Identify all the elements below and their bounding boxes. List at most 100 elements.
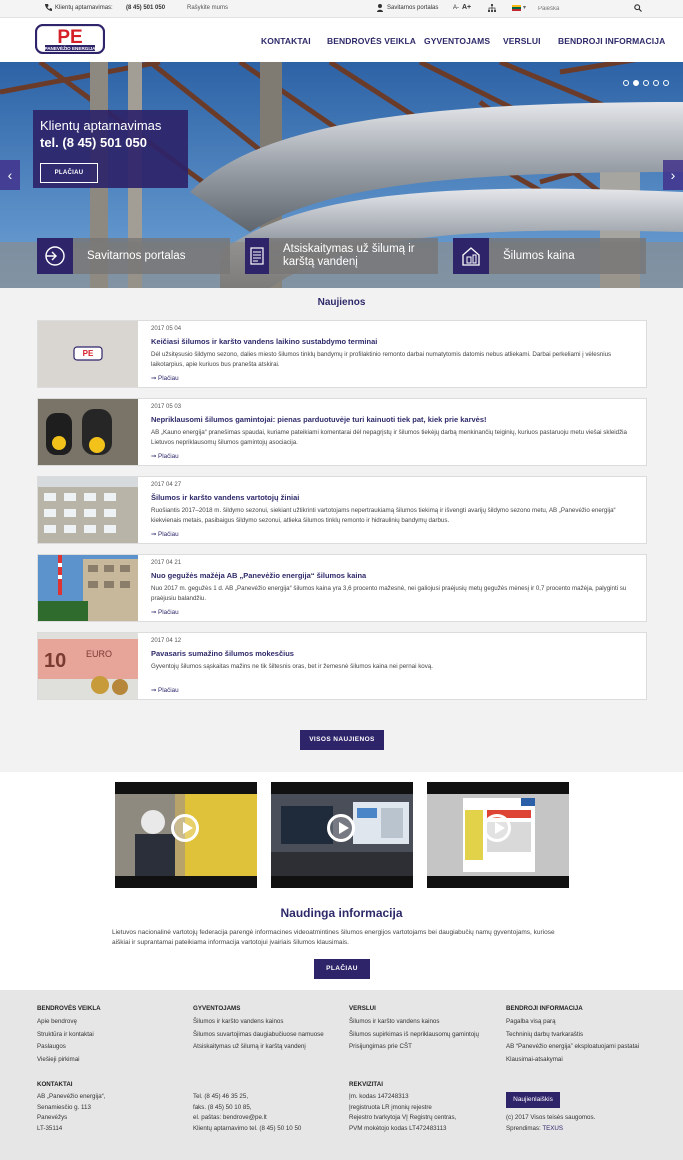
slider-dot-active[interactable] — [633, 80, 639, 86]
all-news-button[interactable]: VISOS NAUJIENOS — [300, 730, 384, 750]
write-us-link[interactable]: Rašykite mums — [187, 5, 228, 11]
slider-dot[interactable] — [643, 80, 649, 86]
footer-heading: BENDROJI INFORMACIJA — [506, 1005, 583, 1012]
nav-bendroves-veikla[interactable]: BENDROVĖS VEIKLA — [327, 36, 416, 46]
copyright-text: (c) 2017 Visos teisės saugomos. — [506, 1114, 596, 1121]
nav-kontaktai[interactable]: KONTAKTAI — [261, 36, 311, 46]
news-card[interactable]: PE 2017 05 04 Keičiasi šilumos ir karšto… — [37, 320, 647, 388]
news-more-link[interactable]: ➞ Plačiau — [151, 531, 179, 538]
svg-text:EURO: EURO — [86, 649, 112, 659]
news-more-link[interactable]: ➞ Plačiau — [151, 687, 179, 694]
tile-payment[interactable]: Atsiskaitymas už šilumą ir karštą vanden… — [245, 238, 438, 274]
news-thumbnail — [38, 555, 138, 621]
footer-contacts: KONTAKTAI AB „Panevėžio energija“, Senam… — [37, 1081, 105, 1134]
promo-more-button[interactable]: PLAČIAU — [40, 163, 98, 183]
nav-bendroji-informacija[interactable]: BENDROJI INFORMACIJA — [558, 36, 665, 46]
footer-link[interactable]: Klausimai-atsakymai — [506, 1054, 639, 1067]
footer-heading: BENDROVĖS VEIKLA — [37, 1005, 101, 1012]
video-player[interactable] — [271, 782, 413, 888]
footer-link[interactable]: Paslaugos — [37, 1041, 101, 1054]
nav-verslui[interactable]: VERSLUI — [503, 36, 541, 46]
search-icon[interactable] — [634, 4, 642, 14]
details-line: Įregistruota LR įmonių rejestre — [349, 1103, 432, 1111]
tile-self-service-label: Savitarnos portalas — [87, 249, 186, 262]
company-logo[interactable]: PE PANEVĖŽIO ENERGIJA — [34, 23, 106, 55]
tile-self-service[interactable]: Savitarnos portalas — [37, 238, 230, 274]
footer-col-business: VERSLUI Šilumos ir karšto vandens kainos… — [349, 1005, 479, 1054]
news-title[interactable]: Pavasaris sumažino šilumos mokesčius — [151, 649, 294, 658]
news-card[interactable]: 2017 05 03 Nepriklausomi šilumos gaminto… — [37, 398, 647, 466]
email-line[interactable]: el. paštas: bendrove@pe.lt — [193, 1113, 301, 1124]
video-player[interactable] — [115, 782, 257, 888]
slider-dot[interactable] — [623, 80, 629, 86]
made-by-label: Sprendimas: — [506, 1124, 541, 1132]
news-title[interactable]: Nuo gegužės mažėja AB „Panevėžio energij… — [151, 571, 366, 580]
details-line: Rejestro tvarkytoja VĮ Registrų centras, — [349, 1114, 457, 1121]
phone-label: Klientų aptarnavimas: — [55, 5, 113, 11]
news-more-link[interactable]: ➞ Plačiau — [151, 609, 179, 616]
sitemap-icon[interactable] — [488, 4, 496, 14]
play-icon[interactable] — [327, 814, 355, 842]
play-icon[interactable] — [171, 814, 199, 842]
phone-icon — [45, 4, 52, 14]
slider-prev-button[interactable]: ‹ — [0, 160, 20, 190]
footer-details: REKVIZITAI Įm. kodas 147248313 Įregistru… — [349, 1081, 456, 1134]
footer-heading: VERSLUI — [349, 1005, 376, 1012]
footer-phones: Tel. (8 45) 46 35 25, faks. (8 45) 50 10… — [193, 1092, 301, 1134]
footer-link[interactable]: Atsiskaitymas už šilumą ir karštą vanden… — [193, 1041, 324, 1054]
footer-link[interactable]: Šilumos ir karšto vandens kainos — [349, 1016, 479, 1029]
footer-link[interactable]: Techninių darbų tvarkaraštis — [506, 1029, 639, 1042]
news-more-label: Plačiau — [158, 375, 179, 382]
slider-next-button[interactable]: › — [663, 160, 683, 190]
footer-link[interactable]: Šilumos supirkimas iš nepriklausomų gami… — [349, 1029, 479, 1042]
self-service-link[interactable]: Savitarnos portalas — [387, 5, 438, 11]
news-thumbnail: 10 EURO — [38, 633, 138, 699]
news-title[interactable]: Nepriklausomi šilumos gamintojai: pienas… — [151, 415, 487, 424]
footer-link[interactable]: Struktūra ir kontaktai — [37, 1029, 101, 1042]
login-icon — [37, 238, 73, 274]
news-more-link[interactable]: ➞ Plačiau — [151, 375, 179, 382]
video-player[interactable] — [427, 782, 569, 888]
footer-link[interactable]: Prisijungimas prie CŠT — [349, 1041, 479, 1054]
phone-number[interactable]: (8 45) 501 050 — [126, 5, 165, 11]
slider-dots — [623, 80, 669, 86]
search-input[interactable] — [538, 3, 648, 15]
news-card[interactable]: 2017 04 27 Šilumos ir karšto vandens var… — [37, 476, 647, 544]
nav-gyventojams[interactable]: GYVENTOJAMS — [424, 36, 490, 46]
useful-info-heading: Naudinga informacija — [280, 906, 403, 920]
details-line: PVM mokėtojo kodas LT472483113 — [349, 1124, 447, 1132]
slider-dot[interactable] — [653, 80, 659, 86]
play-icon[interactable] — [483, 814, 511, 842]
news-title[interactable]: Šilumos ir karšto vandens vartotojų žini… — [151, 493, 299, 502]
footer-link[interactable]: Pagalba visą parą — [506, 1016, 639, 1029]
slider-dot[interactable] — [663, 80, 669, 86]
news-more-link[interactable]: ➞ Plačiau — [151, 453, 179, 460]
footer-link[interactable]: Viešieji pirkimai — [37, 1054, 101, 1067]
newsletter-button[interactable]: Naujienlaiškis — [506, 1092, 560, 1108]
news-title[interactable]: Keičiasi šilumos ir karšto vandens laiki… — [151, 337, 377, 346]
news-more-label: Plačiau — [158, 453, 179, 460]
footer-heading: GYVENTOJAMS — [193, 1005, 241, 1012]
news-card[interactable]: 2017 04 21 Nuo gegužės mažėja AB „Panevė… — [37, 554, 647, 622]
footer-col-company: BENDROVĖS VEIKLA Apie bendrovę Struktūra… — [37, 1005, 101, 1066]
font-increase-button[interactable]: A+ — [462, 4, 471, 11]
svg-text:10: 10 — [44, 650, 66, 672]
footer-link[interactable]: AB “Panevėžio energija” eksploatuojami p… — [506, 1041, 639, 1054]
made-by-link[interactable]: TEXUS — [542, 1125, 563, 1132]
news-thumbnail: PE — [38, 321, 138, 387]
chevron-down-icon[interactable]: ▾ — [523, 4, 526, 11]
news-card[interactable]: 10 EURO 2017 04 12 Pavasaris sumažino šil… — [37, 632, 647, 700]
news-excerpt: Ruošiantis 2017–2018 m. šildymo sezonui,… — [151, 507, 616, 524]
footer-col-general: BENDROJI INFORMACIJA Pagalba visą parą T… — [506, 1005, 639, 1066]
useful-info-text: Lietuvos nacionalinė vartotojų federacij… — [112, 929, 555, 946]
tile-heat-price[interactable]: Šilumos kaina — [453, 238, 646, 274]
language-flag-icon[interactable] — [512, 5, 521, 11]
header: PE PANEVĖŽIO ENERGIJA KONTAKTAI BENDROVĖ… — [0, 18, 683, 62]
news-more-label: Plačiau — [158, 531, 179, 538]
useful-more-button[interactable]: PLAČIAU — [314, 959, 370, 979]
font-decrease-button[interactable]: A- — [453, 5, 459, 11]
footer-link[interactable]: Apie bendrovę — [37, 1016, 101, 1029]
footer-link[interactable]: Šilumos ir karšto vandens kainos — [193, 1016, 324, 1029]
footer-link[interactable]: Šilumos suvartojimas daugiabučiuose namu… — [193, 1029, 324, 1042]
footer-misc: Naujienlaiškis (c) 2017 Visos teisės sau… — [506, 1092, 595, 1134]
